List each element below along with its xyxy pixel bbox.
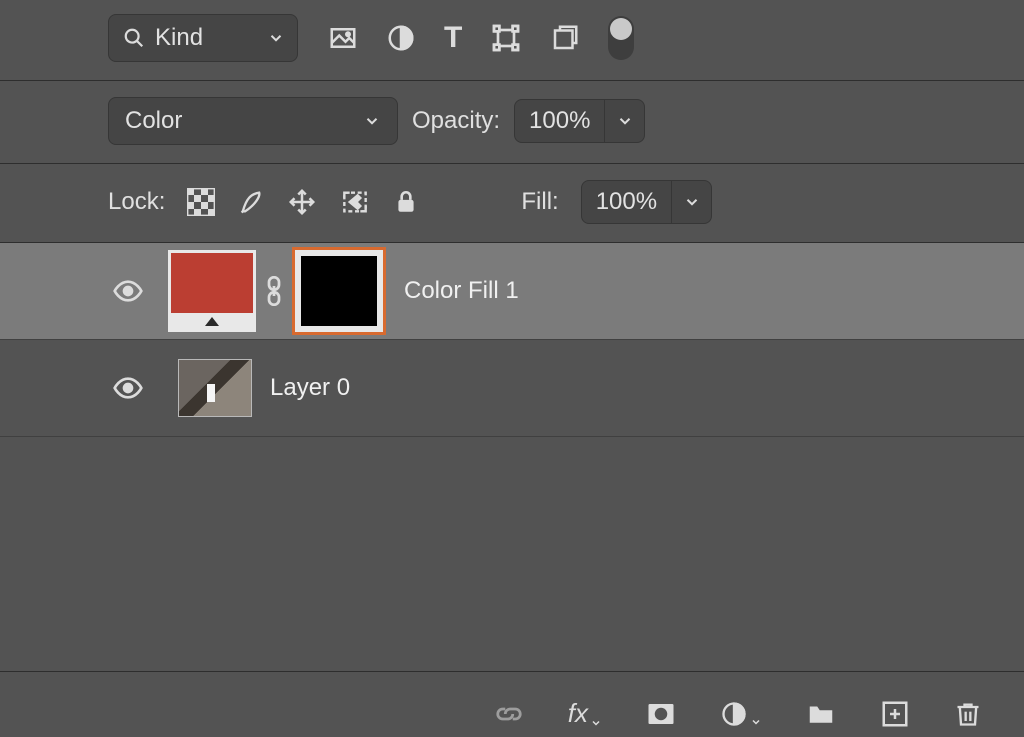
filter-type-icons: T: [328, 16, 634, 60]
shape-filter-icon[interactable]: [490, 22, 522, 54]
link-layers-icon[interactable]: [494, 699, 524, 729]
new-adjustment-layer-icon[interactable]: [720, 700, 762, 728]
layer-fill-thumbnail[interactable]: [168, 250, 256, 332]
layer-mask-thumbnail[interactable]: [292, 247, 386, 335]
visibility-toggle[interactable]: [0, 340, 168, 436]
layer-row[interactable]: Layer 0: [0, 340, 1024, 436]
chevron-down-icon: [616, 112, 634, 130]
lock-position-icon[interactable]: [287, 187, 317, 217]
layers-panel: Kind T Color: [0, 0, 1024, 737]
lock-row: Lock: Fill: 100%: [108, 164, 1024, 242]
search-icon: [123, 27, 145, 49]
eye-icon: [112, 372, 144, 404]
opacity-value: 100%: [529, 107, 590, 135]
fill-dropdown-button[interactable]: [672, 180, 712, 224]
new-layer-icon[interactable]: [880, 699, 910, 729]
opacity-value-input[interactable]: 100%: [514, 99, 605, 143]
layer-image-thumbnail[interactable]: [178, 359, 252, 417]
filter-kind-dropdown[interactable]: Kind: [108, 14, 298, 62]
chevron-down-icon: [683, 193, 701, 211]
fx-icon[interactable]: fx: [568, 698, 602, 729]
lock-label: Lock:: [108, 188, 165, 216]
eye-icon: [112, 275, 144, 307]
layers-list: Color Fill 1 Layer 0: [0, 243, 1024, 671]
smartobject-filter-icon[interactable]: [550, 23, 580, 53]
layers-footer: fx: [0, 671, 1024, 737]
lock-transparency-icon[interactable]: [187, 188, 215, 216]
opacity-label: Opacity:: [412, 107, 500, 135]
layer-row[interactable]: Color Fill 1: [0, 243, 1024, 339]
layers-empty-area: [0, 437, 1024, 671]
filter-row: Kind T: [108, 0, 1024, 80]
fill-label: Fill:: [521, 188, 558, 216]
blend-row: Color Opacity: 100%: [108, 81, 1024, 163]
layer-name[interactable]: Color Fill 1: [404, 277, 519, 305]
lock-pixels-icon[interactable]: [237, 188, 265, 216]
delete-layer-icon[interactable]: [954, 700, 982, 728]
new-group-icon[interactable]: [806, 699, 836, 729]
chevron-down-icon: [267, 29, 285, 47]
layer-mask-link-icon[interactable]: [262, 276, 286, 306]
filter-kind-label: Kind: [155, 24, 203, 52]
lock-artboard-icon[interactable]: [339, 186, 371, 218]
chevron-down-icon: [363, 112, 381, 130]
blend-mode-value: Color: [125, 107, 182, 135]
add-mask-icon[interactable]: [646, 699, 676, 729]
fill-value: 100%: [596, 188, 657, 216]
image-filter-icon[interactable]: [328, 23, 358, 53]
type-filter-icon[interactable]: T: [444, 21, 462, 55]
fill-value-input[interactable]: 100%: [581, 180, 672, 224]
filter-toggle[interactable]: [608, 16, 634, 60]
layer-name[interactable]: Layer 0: [270, 374, 350, 402]
adjustment-filter-icon[interactable]: [386, 23, 416, 53]
opacity-dropdown-button[interactable]: [605, 99, 645, 143]
lock-all-icon[interactable]: [393, 189, 419, 215]
blend-mode-dropdown[interactable]: Color: [108, 97, 398, 145]
visibility-toggle[interactable]: [0, 243, 168, 339]
